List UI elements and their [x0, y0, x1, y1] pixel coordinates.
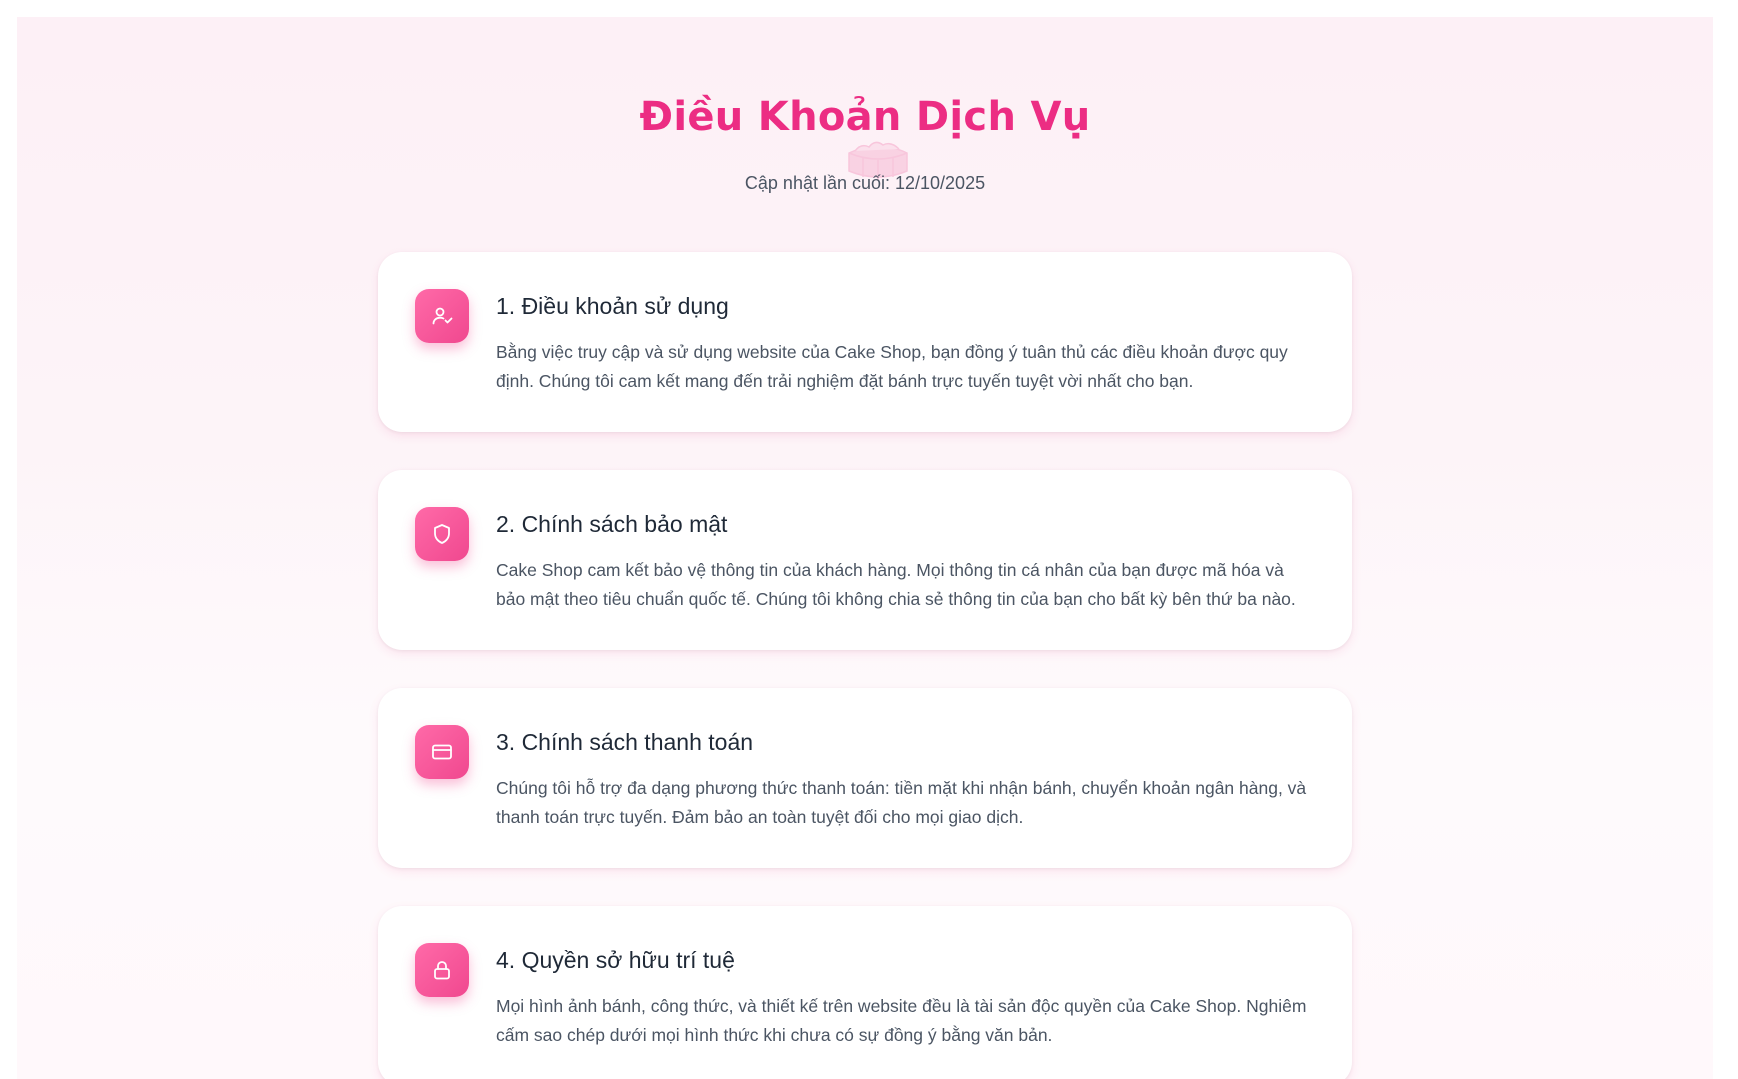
terms-sections: 1. Điều khoản sử dụng Bằng việc truy cập… [378, 252, 1352, 1079]
last-updated-text: Cập nhật lần cuối: 12/10/2025 [744, 173, 986, 193]
section-title: 2. Chính sách bảo mật [496, 511, 728, 537]
section-text: Bằng việc truy cập và sử dụng website củ… [496, 342, 1288, 391]
section-title: 3. Chính sách thanh toán [496, 729, 754, 755]
section-text: Chúng tôi hỗ trợ đa dạng phương thức tha… [496, 778, 1307, 827]
credit-card-icon [415, 725, 469, 779]
terms-page: Điều Khoản Dịch Vụ Cập nhật lần cuối: 12… [17, 17, 1713, 1079]
section-title: 4. Quyền sở hữu trí tuệ [496, 947, 735, 973]
section-text: Cake Shop cam kết bảo vệ thông tin của k… [496, 560, 1296, 609]
user-check-icon [415, 289, 469, 343]
section-card-terms-of-use: 1. Điều khoản sử dụng Bằng việc truy cập… [378, 252, 1352, 432]
page-header: Điều Khoản Dịch Vụ Cập nhật lần cuối: 12… [17, 17, 1713, 217]
section-card-payment-policy: 3. Chính sách thanh toán Chúng tôi hỗ tr… [378, 688, 1352, 868]
section-card-intellectual-property: 4. Quyền sở hữu trí tuệ Mọi hình ảnh bán… [378, 906, 1352, 1079]
shield-icon [415, 507, 469, 561]
section-text: Mọi hình ảnh bánh, công thức, và thiết k… [496, 996, 1307, 1045]
section-title: 1. Điều khoản sử dụng [496, 293, 729, 319]
lock-icon [415, 943, 469, 997]
section-card-privacy-policy: 2. Chính sách bảo mật Cake Shop cam kết … [378, 470, 1352, 650]
